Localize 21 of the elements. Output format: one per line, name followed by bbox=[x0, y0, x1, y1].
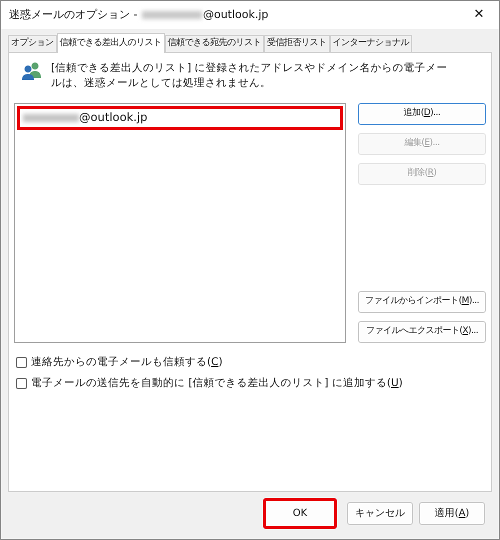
checkbox[interactable] bbox=[16, 357, 27, 368]
dialog-button[interactable]: 適用(A) bbox=[419, 502, 485, 525]
tab[interactable]: 信頼できる差出人のリスト bbox=[56, 33, 164, 53]
tab[interactable]: オプション bbox=[8, 35, 56, 52]
checkbox[interactable] bbox=[16, 378, 27, 390]
dialog-button[interactable]: OK bbox=[263, 498, 337, 529]
checkbox-label[interactable]: 電子メールの送信先を自動的に [信頼できる差出人のリスト] に追加する(U) bbox=[31, 376, 403, 392]
action-button[interactable]: ファイルへエクスポート(X)... bbox=[358, 321, 486, 343]
close-button[interactable]: ✕ bbox=[467, 3, 491, 27]
people-icon bbox=[21, 61, 43, 81]
tab[interactable]: 信頼できる宛先のリスト bbox=[164, 35, 264, 52]
redaction-blur bbox=[23, 114, 79, 122]
description-text: [信頼できる差出人のリスト] に登録されたアドレスやドメイン名からの電子メールは、迷惑メールとしては処理されません。 bbox=[51, 61, 449, 91]
window-title: 迷惑メールのオプション - @outlook.jp bbox=[9, 6, 268, 23]
tab[interactable]: インターナショナル bbox=[330, 35, 412, 52]
list-item[interactable]: @outlook.jp bbox=[17, 106, 343, 130]
tab[interactable]: 受信拒否リスト bbox=[264, 35, 330, 52]
checkbox-label[interactable]: 連絡先からの電子メールも信頼する(C) bbox=[31, 355, 223, 371]
action-button[interactable]: ファイルからインポート(M)... bbox=[358, 291, 486, 313]
action-button[interactable]: 追加(D)... bbox=[358, 103, 486, 125]
dialog-button[interactable]: キャンセル bbox=[347, 502, 413, 525]
